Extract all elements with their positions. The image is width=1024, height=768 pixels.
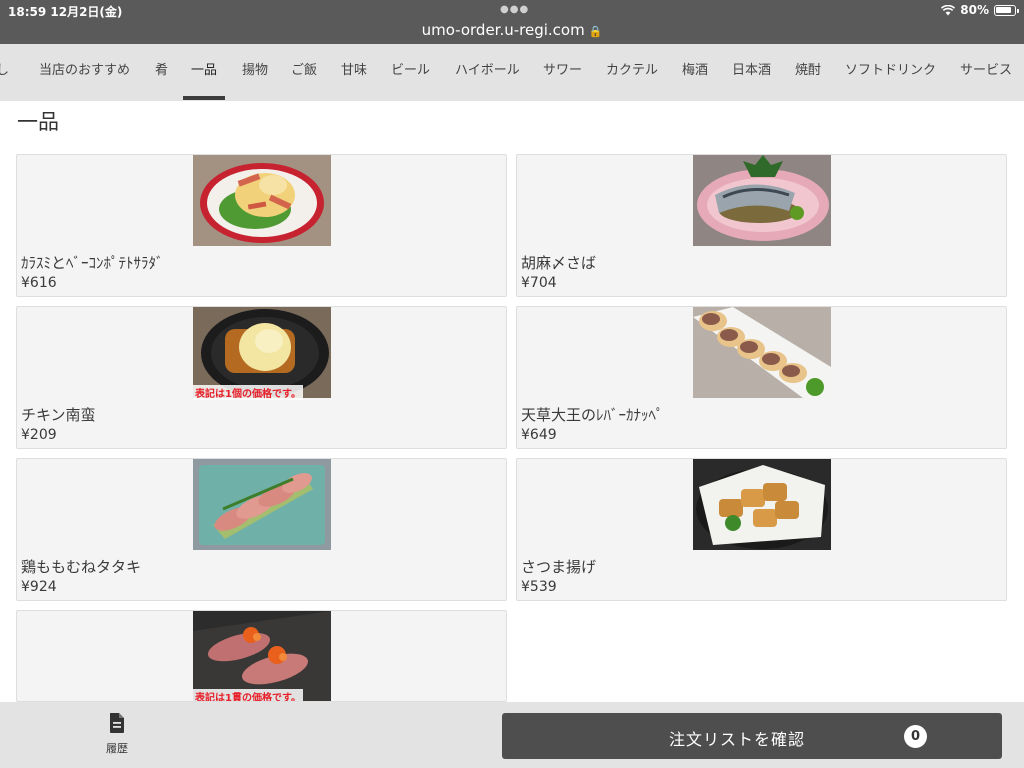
tab-item[interactable]: ハイボール (455, 44, 520, 101)
confirm-order-label: 注文リストを確認 (668, 730, 805, 749)
menu-item-card[interactable]: 胡麻〆さば ¥704 (516, 154, 1007, 297)
lock-icon: 🔒 (588, 25, 603, 38)
item-price: ¥616 (21, 275, 57, 291)
more-dots-icon[interactable]: ●●● (500, 4, 529, 15)
history-label: 履歴 (106, 742, 128, 755)
item-name: さつま揚げ (521, 558, 597, 576)
tab-item[interactable]: 日本酒 (732, 44, 771, 101)
menu-item-card[interactable]: ｶﾗｽﾐとﾍﾞｰｺﾝﾎﾟﾃﾄｻﾗﾀﾞ ¥616 (16, 154, 507, 297)
history-button[interactable]: 履歴 (96, 712, 138, 756)
tab-item[interactable]: ご飯 (291, 44, 317, 101)
url-bar[interactable]: umo-order.u-regi.com 🔒 (0, 21, 1024, 39)
item-name: 天草大王のﾚﾊﾞｰｶﾅｯﾍﾟ (521, 406, 664, 424)
tab-item[interactable]: サービス (960, 44, 1012, 101)
tab-item[interactable]: 梅酒 (682, 44, 708, 101)
chicken-tataki-photo (193, 459, 331, 550)
potato-salad-photo (193, 155, 331, 246)
item-price: ¥924 (21, 579, 57, 595)
menu-item-card[interactable]: さつま揚げ ¥539 (516, 458, 1007, 601)
section-title: 一品 (17, 110, 59, 134)
menu-item-card[interactable]: 表記は1個の価格です。 チキン南蛮 ¥209 (16, 306, 507, 449)
item-name: ｶﾗｽﾐとﾍﾞｰｺﾝﾎﾟﾃﾄｻﾗﾀﾞ (21, 254, 164, 272)
tab-item[interactable]: 焼酎 (795, 44, 821, 101)
tab-item[interactable]: 当店のおすすめ (39, 44, 130, 101)
item-name: 鶏ももむねタタキ (21, 558, 142, 576)
menu-item-card[interactable]: 鶏ももむねタタキ ¥924 (16, 458, 507, 601)
liver-canape-photo (693, 307, 831, 398)
tab-item[interactable]: ビール (391, 44, 430, 101)
battery-percent: 80% (960, 3, 989, 17)
category-tabs: し 当店のおすすめ 肴 一品 揚物 ご飯 甘味 ビール ハイボール サワー カク… (0, 44, 1024, 101)
menu-item-card[interactable]: 表記は1貫の価格です。 (16, 610, 507, 702)
price-note: 表記は1貫の価格です。 (193, 689, 303, 701)
url-text: umo-order.u-regi.com (421, 21, 585, 39)
bottom-bar: 履歴 注文リストを確認 0 (0, 702, 1024, 768)
confirm-order-list-button[interactable]: 注文リストを確認 0 (502, 713, 1002, 759)
tab-item-active[interactable]: 一品 (191, 44, 217, 101)
satsuma-age-photo (693, 459, 831, 550)
item-price: ¥539 (521, 579, 557, 595)
status-right: 80% (941, 3, 1019, 17)
tab-item[interactable]: ソフトドリンク (845, 44, 936, 101)
menu-item-card[interactable]: 天草大王のﾚﾊﾞｰｶﾅｯﾍﾟ ¥649 (516, 306, 1007, 449)
item-name: チキン南蛮 (21, 406, 96, 424)
tab-item[interactable]: 肴 (155, 44, 168, 101)
tab-item[interactable]: 揚物 (242, 44, 268, 101)
browser-status-bar: 18:59 12月2日(金) ●●● umo-order.u-regi.com 🔒… (0, 0, 1024, 44)
status-time: 18:59 12月2日(金) (8, 5, 123, 19)
tab-item[interactable]: カクテル (606, 44, 658, 101)
item-price: ¥704 (521, 275, 557, 291)
tab-item[interactable]: サワー (543, 44, 582, 101)
item-price: ¥209 (21, 427, 57, 443)
tab-item[interactable]: 甘味 (341, 44, 367, 101)
item-price: ¥649 (521, 427, 557, 443)
active-tab-indicator (183, 96, 225, 100)
document-icon (108, 713, 126, 738)
battery-icon (994, 4, 1019, 16)
tab-item[interactable]: し (0, 44, 9, 101)
item-name: 胡麻〆さば (521, 254, 597, 272)
mackerel-photo (693, 155, 831, 246)
wifi-icon (941, 4, 956, 16)
price-note: 表記は1個の価格です。 (193, 385, 303, 400)
cart-count-badge: 0 (904, 725, 927, 748)
